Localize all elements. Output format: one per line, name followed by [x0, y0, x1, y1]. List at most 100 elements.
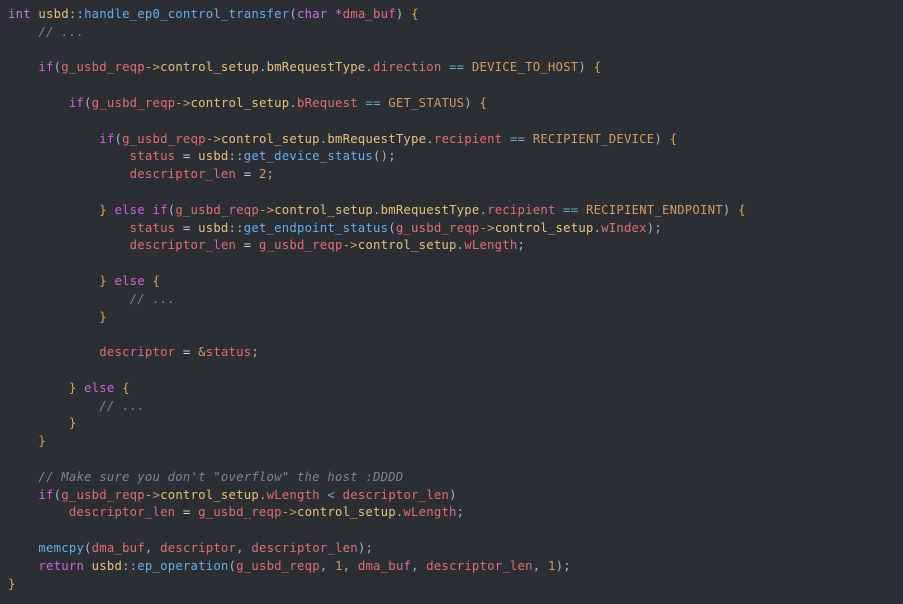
code-token: ;	[457, 505, 465, 519]
code-token: g_usbd_reqp	[236, 559, 320, 573]
code-token: ,	[533, 559, 548, 573]
code-token: ;	[251, 345, 259, 359]
code-token: 1	[548, 559, 556, 573]
code-token: ,	[320, 559, 335, 573]
code-token: char	[297, 7, 327, 21]
code-token: *	[335, 7, 343, 21]
code-line: } else {	[8, 381, 130, 395]
code-token: ep_operation	[137, 559, 228, 573]
code-token: ->	[282, 505, 297, 519]
code-token: {	[153, 274, 161, 288]
code-token: control_setup	[160, 488, 259, 502]
code-token: ;	[267, 167, 275, 181]
code-token: ()	[373, 149, 388, 163]
code-line: memcpy(dma_buf, descriptor, descriptor_l…	[8, 541, 373, 555]
code-line: if(g_usbd_reqp->control_setup.bmRequestT…	[8, 60, 601, 74]
code-token	[236, 167, 244, 181]
code-token	[175, 505, 183, 519]
code-token: control_setup	[358, 238, 457, 252]
code-token	[8, 541, 38, 555]
code-token	[175, 149, 183, 163]
code-token: ;	[517, 238, 525, 252]
code-token	[8, 416, 69, 430]
code-token: (	[84, 96, 92, 110]
code-token: usbd	[198, 221, 228, 235]
code-token	[8, 167, 130, 181]
code-token: ;	[388, 149, 396, 163]
code-token: <	[327, 488, 335, 502]
code-token: ->	[145, 60, 160, 74]
code-token: descriptor_len	[69, 505, 175, 519]
code-token: control_setup	[221, 132, 320, 146]
code-token: g_usbd_reqp	[396, 221, 480, 235]
code-line: // ...	[8, 399, 145, 413]
code-token	[8, 381, 69, 395]
code-token: bmRequestType	[267, 60, 366, 74]
code-token	[251, 238, 259, 252]
code-token: recipient	[434, 132, 502, 146]
code-token: ;	[365, 541, 373, 555]
code-token: =	[183, 149, 191, 163]
code-line: descriptor_len = 2;	[8, 167, 274, 181]
code-token: 1	[335, 559, 343, 573]
code-line: } else if(g_usbd_reqp->control_setup.bmR…	[8, 203, 746, 217]
code-token: else	[114, 274, 144, 288]
code-token: }	[99, 203, 107, 217]
code-token	[730, 203, 738, 217]
code-token	[145, 203, 153, 217]
code-token: .	[365, 60, 373, 74]
code-token: .	[259, 60, 267, 74]
code-token	[8, 488, 38, 502]
code-token: DEVICE_TO_HOST	[472, 60, 578, 74]
code-token: descriptor	[160, 541, 236, 555]
code-token: ,	[145, 541, 160, 555]
code-token: GET_STATUS	[388, 96, 464, 110]
code-token: g_usbd_reqp	[61, 60, 145, 74]
code-token: ->	[259, 203, 274, 217]
code-token: ::	[122, 559, 137, 573]
code-token: descriptor	[99, 345, 175, 359]
code-token: get_endpoint_status	[244, 221, 388, 235]
code-token: // ...	[99, 399, 145, 413]
code-token: {	[480, 96, 488, 110]
code-token: wLength	[403, 505, 456, 519]
code-token: ==	[510, 132, 525, 146]
code-token: get_device_status	[244, 149, 373, 163]
code-token: bmRequestType	[381, 203, 480, 217]
code-token	[464, 60, 472, 74]
code-line: // ...	[8, 292, 175, 306]
code-token: {	[594, 60, 602, 74]
code-token: return	[38, 559, 84, 573]
code-token	[84, 559, 92, 573]
code-token: )	[449, 488, 457, 502]
code-token: wLength	[464, 238, 517, 252]
code-line: } else {	[8, 274, 160, 288]
code-token: ,	[236, 541, 251, 555]
code-token: if	[69, 96, 84, 110]
code-token: memcpy	[38, 541, 84, 555]
code-token: (	[289, 7, 297, 21]
code-token	[76, 381, 84, 395]
code-token	[191, 345, 199, 359]
code-token: ::	[229, 221, 244, 235]
code-token: if	[153, 203, 168, 217]
code-token: if	[99, 132, 114, 146]
code-token: )	[654, 132, 662, 146]
code-token: g_usbd_reqp	[198, 505, 282, 519]
code-token: ->	[206, 132, 221, 146]
code-line: descriptor_len = g_usbd_reqp->control_se…	[8, 238, 525, 252]
code-token	[8, 559, 38, 573]
code-token	[8, 25, 38, 39]
code-token: .	[479, 203, 487, 217]
code-line: int usbd::handle_ep0_control_transfer(ch…	[8, 7, 419, 21]
code-token	[191, 221, 199, 235]
code-token	[145, 274, 153, 288]
code-line: return usbd::ep_operation(g_usbd_reqp, 1…	[8, 559, 571, 573]
code-line: if(g_usbd_reqp->control_setup.wLength < …	[8, 488, 457, 502]
code-token: (	[229, 559, 237, 573]
code-token: {	[738, 203, 746, 217]
code-line: }	[8, 310, 107, 324]
code-line: // ...	[8, 25, 84, 39]
code-token: // ...	[38, 25, 84, 39]
code-token: ==	[449, 60, 464, 74]
